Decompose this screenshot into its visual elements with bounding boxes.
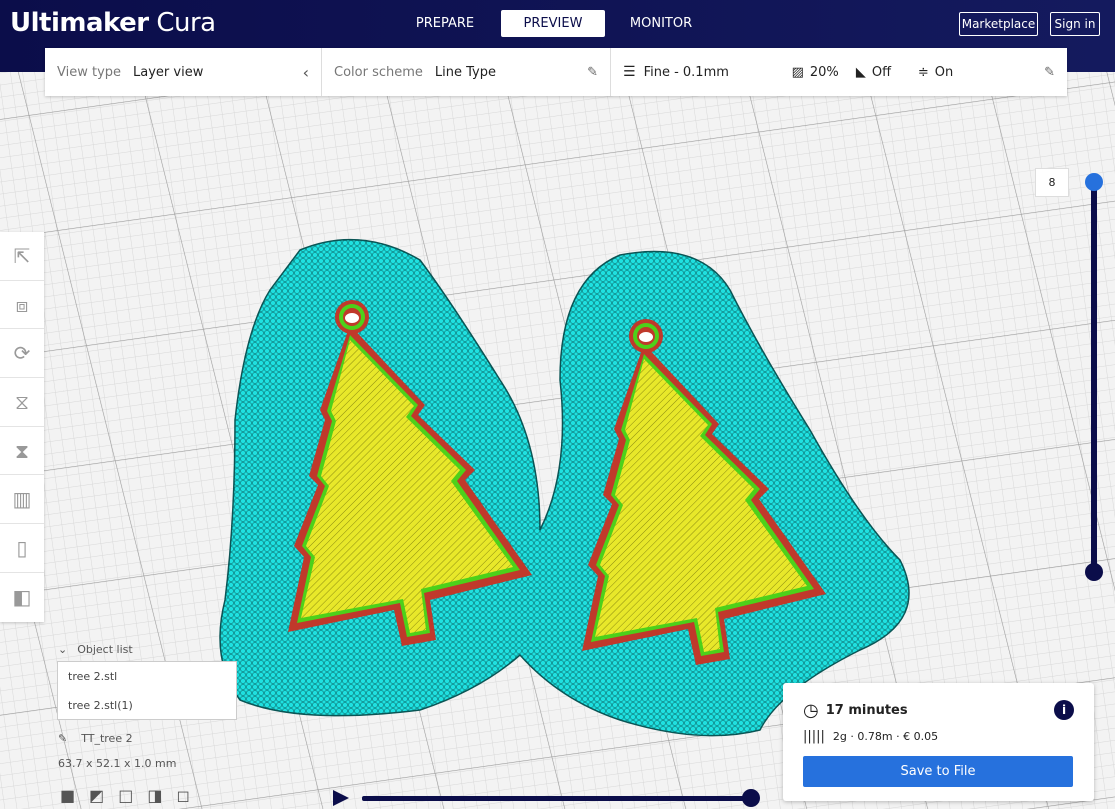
per-model-settings-icon[interactable]: ⧗ xyxy=(0,427,44,476)
color-scheme-value: Line Type xyxy=(434,64,496,80)
profile-icon: ☰ xyxy=(623,64,636,80)
infill-value: 20% xyxy=(809,64,839,80)
support-value: Off xyxy=(871,64,892,80)
sign-in-button[interactable]: Sign in xyxy=(1050,12,1100,36)
stage-tabs: PREPARE PREVIEW MONITOR xyxy=(393,10,717,37)
top-view-icon[interactable]: □ xyxy=(118,786,133,805)
object-list-toggle[interactable]: ⌄ Object list xyxy=(58,643,133,656)
selected-object: ✎ TT_tree 2 xyxy=(58,732,133,745)
pencil-icon[interactable]: ✎ xyxy=(58,732,67,745)
object-list-header: Object list xyxy=(77,643,133,656)
support-icon: ◣ xyxy=(855,64,866,80)
cylinder-tool-icon[interactable]: ▯ xyxy=(0,524,44,573)
camera-view-buttons: ■ ◩ □ ◨ ◻ xyxy=(60,786,190,805)
view-toolbar: View type Layer view ‹ Color scheme Line… xyxy=(45,48,1067,96)
mirror-tool-icon[interactable]: ⧖ xyxy=(0,378,44,427)
pencil-icon: ✎ xyxy=(587,64,598,80)
info-icon[interactable]: i xyxy=(1054,700,1074,720)
material-estimate: 2g · 0.78m · € 0.05 xyxy=(832,730,939,743)
adhesion-value: On xyxy=(934,64,954,80)
layer-number-field[interactable]: 8 xyxy=(1035,168,1069,197)
rotate-tool-icon[interactable]: ⟳ xyxy=(0,329,44,379)
app-logo: Ultimaker Cura xyxy=(10,8,216,38)
left-view-icon[interactable]: ◨ xyxy=(147,786,162,805)
logo-bold: Ultimaker xyxy=(10,8,149,38)
tab-prepare[interactable]: PREPARE xyxy=(393,10,497,37)
print-time: 17 minutes xyxy=(825,703,908,718)
view-type-selector[interactable]: View type Layer view ‹ xyxy=(45,48,322,96)
tab-monitor[interactable]: MONITOR xyxy=(609,10,713,37)
pencil-icon: ✎ xyxy=(1044,64,1055,80)
layer-slider-top-handle[interactable] xyxy=(1085,173,1103,191)
playback-handle[interactable] xyxy=(742,789,760,807)
color-scheme-label: Color scheme xyxy=(334,64,423,80)
print-summary-panel: ◷ 17 minutes i ||||| 2g · 0.78m · € 0.05… xyxy=(783,683,1094,801)
adhesion-icon: ≑ xyxy=(917,64,929,80)
clock-icon: ◷ xyxy=(803,700,819,721)
tool-panel: ⇱ ⧈ ⟳ ⧖ ⧗ ▥ ▯ ◧ xyxy=(0,232,44,622)
layer-slider-bottom-handle[interactable] xyxy=(1085,563,1103,581)
print-settings-selector[interactable]: ☰ Fine - 0.1mm ▨ 20% ◣ Off ≑ On ✎ xyxy=(611,48,1067,96)
scale-tool-icon[interactable]: ⧈ xyxy=(0,281,44,330)
marketplace-button[interactable]: Marketplace xyxy=(959,12,1038,36)
3d-view-icon[interactable]: ■ xyxy=(60,786,75,805)
chevron-left-icon: ‹ xyxy=(302,62,309,82)
selected-object-name[interactable]: TT_tree 2 xyxy=(81,732,132,745)
object-list: tree 2.stl tree 2.stl(1) xyxy=(57,661,237,720)
chevron-down-icon: ⌄ xyxy=(58,643,68,656)
list-item[interactable]: tree 2.stl xyxy=(58,662,236,691)
tab-preview[interactable]: PREVIEW xyxy=(501,10,605,37)
infill-icon: ▨ xyxy=(791,64,804,80)
filament-icon: ||||| xyxy=(803,729,825,744)
right-view-icon[interactable]: ◻ xyxy=(177,786,190,805)
list-item[interactable]: tree 2.stl(1) xyxy=(58,691,236,720)
support-blocker-icon[interactable]: ▥ xyxy=(0,475,44,525)
view-type-label: View type xyxy=(57,64,122,80)
profile-value: Fine - 0.1mm xyxy=(643,64,729,80)
color-scheme-selector[interactable]: Color scheme Line Type ✎ xyxy=(322,48,611,96)
front-view-icon[interactable]: ◩ xyxy=(89,786,104,805)
custom-support-icon[interactable]: ◧ xyxy=(0,573,44,622)
move-tool-icon[interactable]: ⇱ xyxy=(0,232,44,281)
view-type-value: Layer view xyxy=(133,64,204,80)
save-to-file-button[interactable]: Save to File xyxy=(803,756,1073,787)
object-dimensions: 63.7 x 52.1 x 1.0 mm xyxy=(58,757,177,770)
logo-light: Cura xyxy=(156,8,216,38)
